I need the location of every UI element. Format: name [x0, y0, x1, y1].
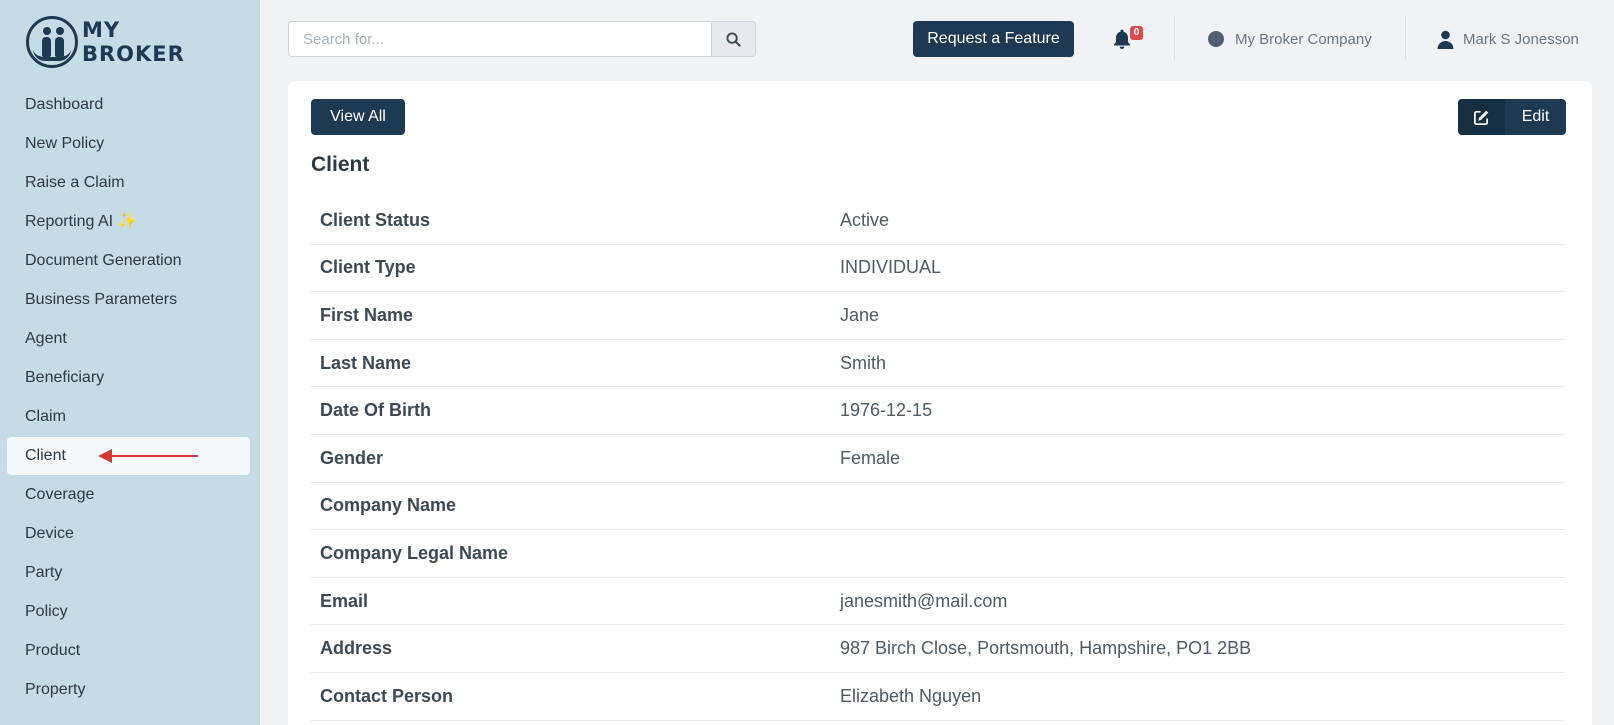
search-button[interactable] — [711, 21, 756, 57]
field-label: Address — [320, 638, 393, 659]
field-row: Address 987 Birch Close, Portsmouth, Hamp… — [311, 625, 1564, 673]
sidebar-item-label: Raise a Claim — [25, 174, 125, 191]
field-row: Email janesmith@mail.com — [311, 578, 1564, 626]
field-value: janesmith@mail.com — [840, 590, 1008, 611]
field-label: First Name — [320, 304, 414, 325]
field-row: Date Of Birth 1976-12-15 — [311, 387, 1564, 435]
field-value: Smith — [840, 352, 887, 373]
sidebar-item-party[interactable]: Party — [7, 554, 250, 592]
sidebar-item-agent[interactable]: Agent — [7, 320, 250, 358]
user-menu[interactable]: Mark S Jonesson — [1437, 28, 1579, 50]
field-row: Last Name Smith — [311, 340, 1564, 388]
field-value: Jane — [840, 304, 880, 325]
sidebar-item-device[interactable]: Device — [7, 515, 250, 553]
field-row: First Name Jane — [311, 292, 1564, 340]
view-all-button[interactable]: View All — [311, 99, 405, 135]
topbar-divider — [1174, 16, 1175, 60]
sidebar-item-claim[interactable]: Claim — [7, 398, 250, 436]
search-input[interactable] — [288, 21, 711, 57]
sidebar-item-label: Business Parameters — [25, 291, 178, 308]
sidebar-item-label: Agent — [25, 330, 67, 347]
search-bar — [288, 21, 756, 57]
section-title: Client — [311, 153, 370, 176]
field-label: Company Name — [320, 495, 457, 516]
sidebar-item-beneficiary[interactable]: Beneficiary — [7, 359, 250, 397]
sidebar-item-label: Property — [25, 681, 86, 698]
company-name: My Broker Company — [1235, 30, 1372, 48]
field-value: 1976-12-15 — [840, 400, 933, 421]
sidebar-item-product[interactable]: Product — [7, 632, 250, 670]
field-row: Contact Person Elizabeth Nguyen — [311, 673, 1564, 721]
sidebar-item-raise-a-claim[interactable]: Raise a Claim — [7, 164, 250, 202]
brand-name: MY BROKER — [82, 18, 185, 66]
family-logo-icon — [26, 16, 78, 68]
user-name: Mark S Jonesson — [1463, 30, 1579, 48]
field-label: Last Name — [320, 352, 412, 373]
sidebar-item-reporting-ai[interactable]: Reporting AI ✨ — [7, 203, 250, 241]
sidebar-item-dashboard[interactable]: Dashboard — [7, 86, 250, 124]
sidebar-item-business-parameters[interactable]: Business Parameters — [7, 281, 250, 319]
sidebar-item-label: Client — [25, 447, 66, 464]
field-value: Elizabeth Nguyen — [840, 685, 982, 706]
annotation-arrow — [98, 449, 198, 463]
company-icon — [1208, 31, 1224, 47]
edit-label: Edit — [1521, 108, 1550, 125]
sparkle-icon: ✨ — [117, 213, 137, 230]
sidebar-item-label: Coverage — [25, 486, 95, 503]
edit-button[interactable]: Edit — [1458, 99, 1566, 135]
user-icon — [1437, 30, 1454, 49]
field-value: Active — [840, 209, 890, 230]
field-row: Client Type INDIVIDUAL — [311, 245, 1564, 293]
field-row: Company Legal Name — [311, 530, 1564, 578]
sidebar-item-label: Party — [25, 564, 63, 581]
edit-icon — [1458, 99, 1505, 135]
client-detail-card: View All Edit Client Client Status Active… — [288, 81, 1592, 725]
field-label: Email — [320, 590, 369, 611]
request-feature-button[interactable]: Request a Feature — [913, 21, 1074, 57]
field-row: Company Name — [311, 483, 1564, 531]
sidebar-item-label: Reporting AI — [25, 213, 114, 230]
field-label: Client Type — [320, 257, 416, 278]
sidebar-nav: Dashboard New Policy Raise a Claim Reportin… — [7, 86, 250, 710]
field-label: Company Legal Name — [320, 542, 509, 563]
sidebar-item-policy[interactable]: Policy — [7, 593, 250, 631]
field-row: Client Status Active — [311, 197, 1564, 245]
field-label: Gender — [320, 447, 384, 468]
search-icon — [726, 31, 741, 47]
field-value: 987 Birch Close, Portsmouth, Hampshire, … — [840, 638, 1252, 659]
notification-count-badge: 0 — [1130, 26, 1143, 40]
field-label: Client Status — [320, 209, 431, 230]
sidebar-item-label: Product — [25, 642, 81, 659]
sidebar-item-label: Beneficiary — [25, 369, 105, 386]
sidebar-item-label: Claim — [25, 408, 66, 425]
client-fields-table: Client Status Active Client Type INDIVIDUAL… — [311, 197, 1564, 721]
sidebar-item-label: Document Generation — [25, 252, 182, 269]
sidebar-item-property[interactable]: Property — [7, 671, 250, 709]
top-bar: Request a Feature 0 My Broker Company Ma… — [260, 0, 1614, 78]
sidebar-item-label: Device — [25, 525, 74, 542]
topbar-divider — [1405, 16, 1406, 60]
field-value: Female — [840, 447, 901, 468]
sidebar-item-label: New Policy — [25, 135, 105, 152]
sidebar-item-label: Policy — [25, 603, 68, 620]
sidebar-item-client[interactable]: Client — [7, 437, 250, 475]
sidebar: MY BROKER Dashboard New Policy Raise a Cla… — [0, 0, 260, 725]
sidebar-item-document-generation[interactable]: Document Generation — [7, 242, 250, 280]
field-label: Date Of Birth — [320, 400, 432, 421]
field-label: Contact Person — [320, 685, 454, 706]
bell-icon[interactable] — [1112, 28, 1132, 50]
brand-logo[interactable]: MY BROKER — [26, 14, 186, 70]
company-selector[interactable]: My Broker Company — [1208, 28, 1372, 50]
sidebar-item-coverage[interactable]: Coverage — [7, 476, 250, 514]
field-value: INDIVIDUAL — [840, 257, 942, 278]
sidebar-item-label: Dashboard — [25, 96, 104, 113]
sidebar-item-new-policy[interactable]: New Policy — [7, 125, 250, 163]
field-row: Gender Female — [311, 435, 1564, 483]
